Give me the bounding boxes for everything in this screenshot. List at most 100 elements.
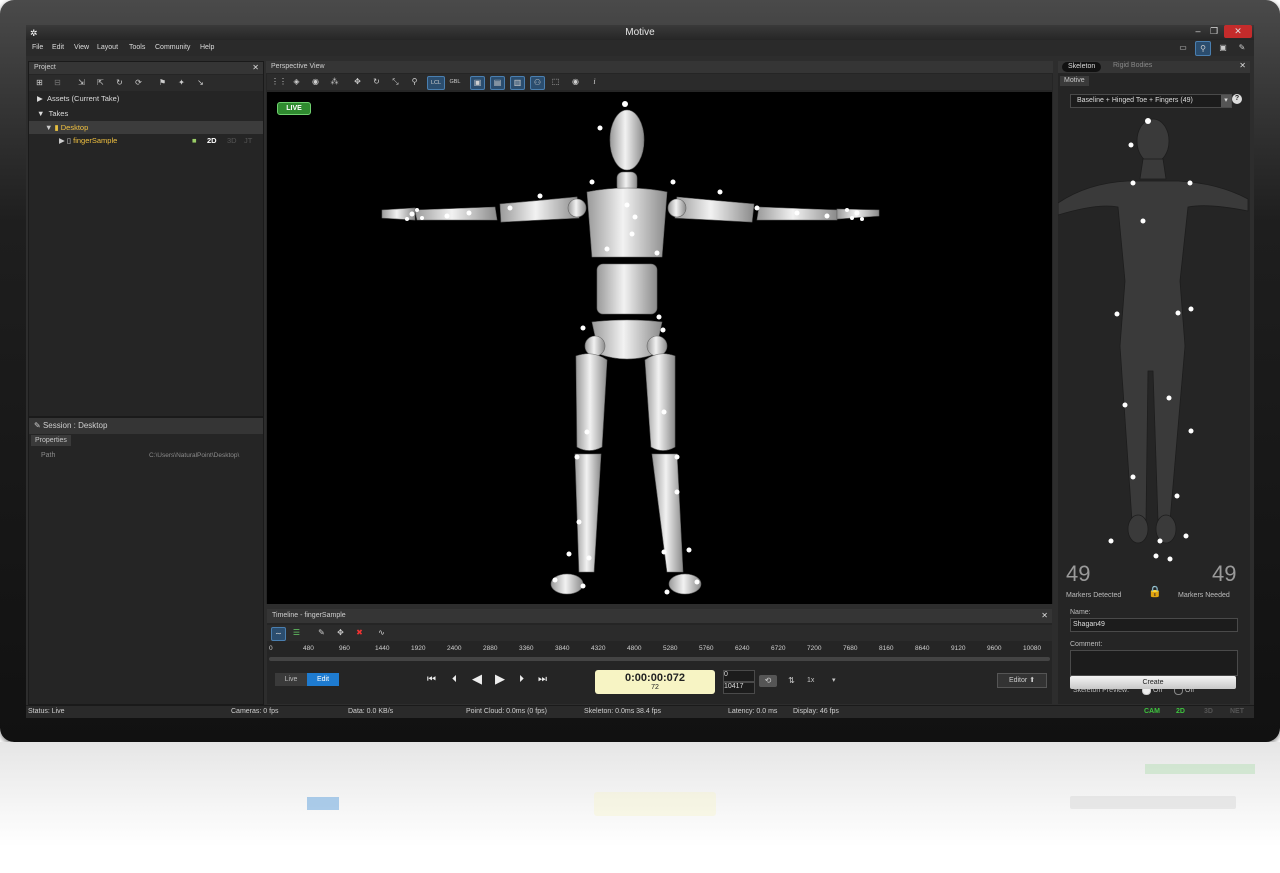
tick-label: 8160 (879, 645, 894, 652)
info-icon[interactable]: i (588, 76, 601, 88)
viewport-toolbar: ⋮⋮ ◈ ◉ ⁂ ✥ ↻ ⤡ ⚲ LCL GBL ▣ ▤ ▥ ⚇ ⬚ ◉ i (267, 74, 1052, 90)
create-button[interactable]: Create (1070, 676, 1236, 689)
timeline-scrollbar[interactable] (269, 657, 1050, 661)
menu-tools[interactable]: Tools (129, 44, 145, 51)
layout-calibrate-icon[interactable]: ▭ (1176, 41, 1190, 54)
tick-label: 2880 (483, 645, 498, 652)
layout-capture-icon[interactable]: ▣ (1216, 41, 1230, 54)
editor-button[interactable]: Editor ⬆ (997, 673, 1047, 688)
menu-layout[interactable]: Layout (97, 44, 118, 51)
select-skeleton-icon[interactable]: ⚇ (530, 76, 545, 90)
pen-icon[interactable]: ✎ (315, 627, 328, 639)
minimize-button[interactable]: – (1191, 25, 1205, 38)
take-row[interactable]: ▶ ▯ fingerSample ■ 2D 3D JT (29, 134, 263, 147)
assets-row[interactable]: ▶ Assets (Current Take) (29, 92, 263, 105)
markerset-select[interactable]: Baseline + Hinged Toe + Fingers (49) ▾ (1070, 94, 1232, 108)
monitor-bezel: ✲ Motive – ❐ ✕ File Edit View Layout Too… (0, 0, 1280, 742)
label-icon[interactable]: ⚑ (156, 77, 169, 89)
play-icon[interactable]: ▶ (495, 671, 505, 687)
step-back-icon[interactable]: ⏴ (452, 674, 457, 685)
visibility-eye-icon[interactable]: ◉ (569, 76, 582, 88)
solve-icon[interactable]: ⟳ (132, 77, 145, 89)
loop-icon[interactable]: ⟲ (759, 675, 777, 687)
scale-icon[interactable]: ⤡ (389, 76, 402, 88)
live-mode-button[interactable]: Live (275, 673, 307, 686)
local-toggle[interactable]: LCL (427, 76, 445, 90)
cube-icon[interactable]: ◈ (290, 76, 303, 88)
skip-end-icon[interactable]: ⏭ (538, 674, 547, 685)
expand-arrow-icon[interactable]: ▶ (59, 136, 65, 145)
move-keys-icon[interactable]: ✥ (334, 627, 347, 639)
layout-edit-icon[interactable]: ✎ (1235, 41, 1249, 54)
menu-edit[interactable]: Edit (52, 44, 64, 51)
skeleton-stat: Skeleton: 0.0ms 38.4 fps (584, 708, 662, 715)
lock-icon[interactable]: 🔒 (1148, 585, 1162, 598)
project-header: Project ✕ (29, 62, 263, 74)
playback-settings-icon[interactable]: ⇅ (785, 675, 798, 687)
translate-icon[interactable]: ✥ (351, 76, 364, 88)
add-icon[interactable]: ↘ (194, 77, 207, 89)
import-icon[interactable]: ⇲ (75, 77, 88, 89)
timeline-header: Timeline - fingerSample ✕ (267, 609, 1052, 623)
collapse-arrow-icon[interactable]: ▼ (45, 123, 52, 132)
menu-help[interactable]: Help (200, 44, 214, 51)
camera-icon[interactable]: ◉ (309, 76, 322, 88)
markers-icon[interactable]: ⁂ (328, 76, 341, 88)
chevron-down-icon[interactable]: ▾ (832, 676, 836, 684)
name-field[interactable]: Shagan49 (1070, 618, 1238, 632)
skip-start-icon[interactable]: ⏮ (427, 674, 436, 685)
tick-label: 5760 (699, 645, 714, 652)
perspective-header: Perspective View (266, 61, 1053, 73)
close-icon[interactable]: ✕ (252, 62, 259, 74)
tab-rigid-bodies[interactable]: Rigid Bodies (1113, 62, 1152, 69)
export-icon[interactable]: ⇱ (94, 77, 107, 89)
select-rigid-icon[interactable]: ▤ (490, 76, 505, 90)
properties-tab[interactable]: Properties (31, 435, 71, 446)
pivot-icon[interactable]: ⚲ (408, 76, 421, 88)
range-start-field[interactable]: 0 (723, 670, 755, 682)
range-end-field[interactable]: 10417 (723, 682, 755, 694)
restore-button[interactable]: ❐ (1207, 25, 1221, 38)
menu-file[interactable]: File (32, 44, 43, 51)
menu-view[interactable]: View (74, 44, 89, 51)
folder-row[interactable]: ▼ ▮ Desktop (29, 121, 263, 134)
select-markers-icon[interactable]: ▣ (470, 76, 485, 90)
tick-label: 9600 (987, 645, 1002, 652)
rotate-icon[interactable]: ↻ (370, 76, 383, 88)
grid-icon[interactable]: ⋮⋮ (271, 76, 287, 88)
latency-stat: Latency: 0.0 ms (728, 708, 778, 715)
3d-viewport[interactable]: LIVE (267, 92, 1052, 604)
tab-skeleton[interactable]: Skeleton (1062, 62, 1102, 72)
menu-community[interactable]: Community (155, 44, 190, 51)
tab-motive[interactable]: Motive (1060, 76, 1089, 86)
delete-icon[interactable]: ✖ (353, 627, 366, 639)
new-take-icon[interactable]: ⊞ (33, 77, 46, 89)
skeleton-icon[interactable]: ✦ (175, 77, 188, 89)
timeline-ruler[interactable]: 0 480 960 1440 1920 2400 2880 3360 3840 … (269, 644, 1050, 656)
curve-icon[interactable]: ∿ (375, 627, 388, 639)
reconstruct-icon[interactable]: ↻ (113, 77, 126, 89)
edit-mode-button[interactable]: Edit (307, 673, 339, 686)
close-icon[interactable]: ✕ (1239, 61, 1246, 70)
net-indicator: NET (1230, 708, 1244, 715)
skeleton-panel: Skeleton Rigid Bodies ✕ Motive Baseline … (1058, 61, 1250, 704)
screen-reflection (0, 742, 1280, 873)
select-all-icon[interactable]: ⬚ (549, 76, 562, 88)
graph-icon[interactable]: ∼ (271, 627, 286, 641)
step-forward-icon[interactable]: ⏵ (519, 674, 524, 685)
close-icon[interactable]: ✕ (1041, 609, 1048, 623)
chevron-down-icon[interactable]: ▾ (1221, 95, 1231, 107)
close-button[interactable]: ✕ (1224, 25, 1252, 38)
comment-field[interactable] (1070, 650, 1238, 676)
select-bones-icon[interactable]: ▥ (510, 76, 525, 90)
help-icon[interactable]: ? (1232, 94, 1242, 104)
global-toggle[interactable]: GBL (447, 76, 463, 88)
play-reverse-icon[interactable]: ◀ (472, 671, 482, 687)
speed-select[interactable]: 1x (807, 677, 814, 684)
expand-arrow-icon[interactable]: ▶ (37, 94, 43, 103)
collapse-arrow-icon[interactable]: ▼ (37, 109, 44, 118)
layout-create-icon[interactable]: ⚲ (1195, 41, 1211, 56)
new-folder-icon[interactable]: ⊟ (51, 77, 64, 89)
takes-row[interactable]: ▼ Takes (29, 107, 263, 120)
tracks-icon[interactable]: ☰ (290, 627, 303, 639)
